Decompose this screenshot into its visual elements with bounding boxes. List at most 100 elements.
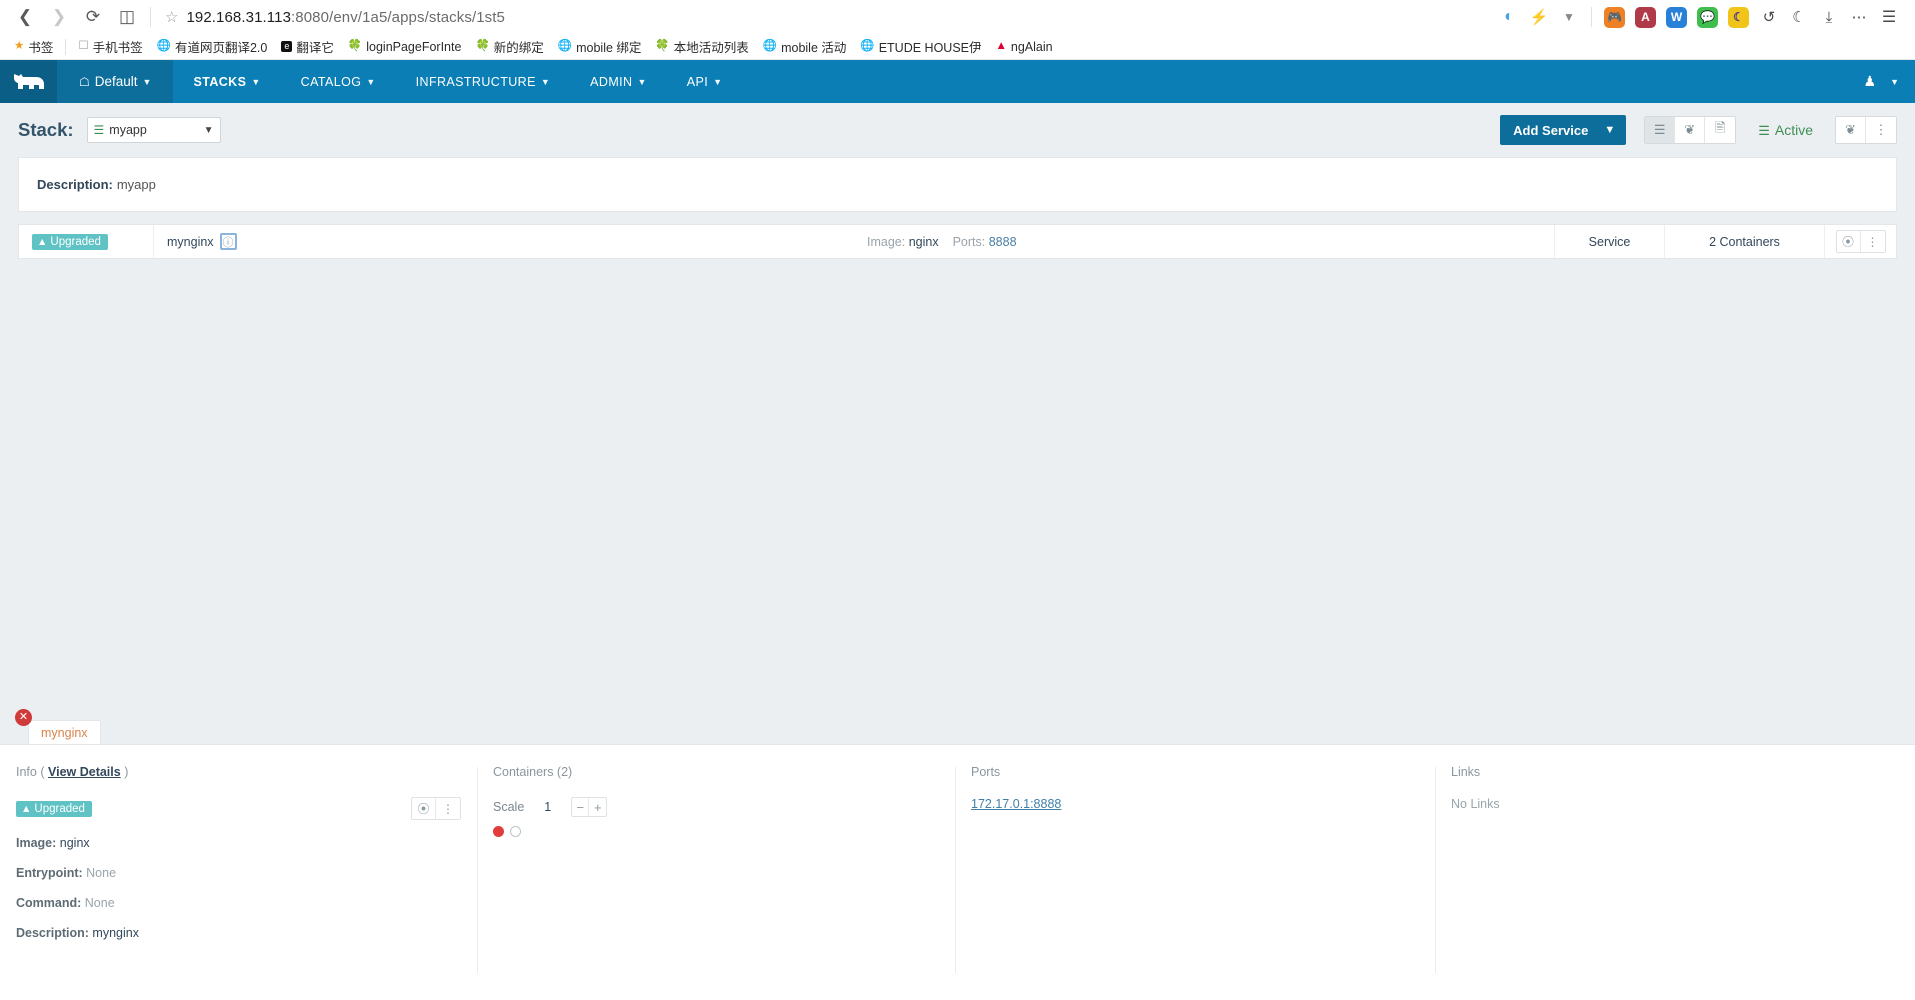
scale-increment-button[interactable]: +: [589, 798, 606, 816]
adblock-extension-icon[interactable]: A: [1635, 6, 1656, 28]
user-icon[interactable]: ♟: [1864, 73, 1877, 90]
ports-column-title: Ports: [971, 765, 1001, 779]
nav-items: STACKS ▼ CATALOG ▼ INFRASTRUCTURE ▼ ADMI…: [173, 60, 742, 103]
bookmark-item[interactable]: 🍀 本地活动列表: [649, 35, 754, 58]
detail-links-column: Links No Links: [1435, 745, 1915, 989]
service-state-cell: ▲ Upgraded: [19, 225, 153, 258]
description-value: myapp: [116, 177, 156, 192]
chevron-down-icon[interactable]: ▼: [1601, 115, 1626, 145]
detail-menu-button[interactable]: ⋮: [436, 798, 460, 819]
gamepad-extension-icon[interactable]: 🎮: [1604, 6, 1625, 28]
scale-row: Scale 1 − +: [493, 797, 939, 817]
ports-value[interactable]: 8888: [989, 235, 1017, 249]
bookmark-item[interactable]: ☐ 手机书签: [72, 35, 148, 58]
nav-label: STACKS: [193, 74, 247, 89]
stack-selector[interactable]: ☰ myapp ▼: [86, 117, 221, 143]
info-label: Entrypoint:: [16, 866, 83, 880]
description-card: Description: myapp: [18, 157, 1897, 212]
bookmark-item[interactable]: 🌐 ETUDE HOUSE伊: [854, 35, 987, 58]
bookmark-item[interactable]: 🌐 mobile 绑定: [552, 35, 648, 58]
download-icon[interactable]: ⤓: [1815, 3, 1843, 31]
bookmark-star-icon[interactable]: ☆: [165, 8, 178, 26]
translate-icon: e: [281, 41, 293, 52]
detail-ports-column: Ports 172.17.0.1:8888: [955, 745, 1435, 989]
bookmark-item[interactable]: 🌐 有道网页翻译2.0: [151, 35, 274, 58]
environment-selector[interactable]: ☖ Default ▼: [57, 60, 174, 103]
status-badge: ▲ Upgraded: [16, 800, 92, 817]
info-label: Description:: [16, 926, 89, 940]
undo-icon[interactable]: ↺: [1755, 3, 1783, 31]
bookmark-item[interactable]: 🍀 新的绑定: [469, 35, 549, 58]
close-icon[interactable]: ✕: [15, 709, 32, 726]
browser-toolbar-right: ◐ ⚡ ▼ 🎮 A W 💬 ☾ ↺ ☾ ⤓ ⋯ ☰: [1495, 3, 1907, 31]
back-button[interactable]: ❮: [8, 2, 42, 32]
toolbar-divider-2: [1591, 7, 1592, 27]
bookmark-item[interactable]: 🍀 loginPageForInte: [342, 38, 468, 56]
leaf-icon: 🍀: [475, 39, 490, 52]
service-name-link[interactable]: mynginx: [167, 235, 214, 249]
chevron-down-icon: ▼: [203, 124, 214, 136]
links-column-title: Links: [1451, 765, 1481, 779]
night-mode-icon[interactable]: ☾: [1785, 3, 1813, 31]
info-icon[interactable]: ⓘ: [219, 233, 237, 250]
layers-icon: ☰: [93, 123, 105, 137]
status-badge-label: Upgraded: [50, 235, 101, 248]
overflow-menu-button[interactable]: ⋮: [1866, 117, 1896, 143]
row-menu-button[interactable]: ⋮: [1861, 231, 1885, 252]
detail-panel-wrap: ✕ mynginx Info ( View Details ) ▲ Upgrad…: [0, 709, 1915, 989]
sync-icon[interactable]: ◐: [1495, 3, 1523, 31]
activate-button[interactable]: ⦿: [1837, 231, 1861, 252]
nav-label: API: [686, 74, 709, 89]
bookmark-item[interactable]: e 翻译它: [275, 35, 340, 58]
info-title-prefix: Info (: [16, 765, 45, 779]
container-status-dot-idle[interactable]: [510, 826, 521, 837]
bookmark-label: 本地活动列表: [673, 41, 749, 55]
detail-containers-column: Containers (2) Scale 1 − +: [477, 745, 955, 989]
scale-decrement-button[interactable]: −: [572, 798, 590, 816]
port-link[interactable]: 172.17.0.1:8888: [971, 797, 1061, 811]
add-service-button[interactable]: Add Service ▼: [1500, 115, 1627, 145]
stack-header-actions: Add Service ▼ ☰ ❦ 🖹 ☰ Active ❦ ⋮: [1500, 115, 1897, 145]
list-view-button[interactable]: ☰: [1645, 117, 1676, 143]
lightning-icon[interactable]: ⚡: [1525, 3, 1553, 31]
view-details-link[interactable]: View Details: [48, 765, 121, 779]
share-button[interactable]: ❦: [1836, 117, 1866, 143]
info-badge-row: ▲ Upgraded ⦿ ⋮: [16, 797, 461, 820]
chevron-down-icon[interactable]: ▼: [1890, 77, 1899, 87]
moon-extension-icon[interactable]: ☾: [1728, 6, 1749, 28]
nav-item-infrastructure[interactable]: INFRASTRUCTURE ▼: [396, 60, 571, 103]
bookmark-label: 翻译它: [296, 41, 334, 55]
info-value: None: [84, 896, 115, 910]
reload-button[interactable]: ⟳: [76, 2, 110, 32]
nav-item-admin[interactable]: ADMIN ▼: [570, 60, 667, 103]
bookmark-label: mobile 活动: [781, 41, 847, 55]
activate-button[interactable]: ⦿: [412, 798, 436, 819]
containers-column-title: Containers (2): [493, 765, 573, 779]
reader-view-button[interactable]: ◫: [110, 2, 144, 32]
graph-view-button[interactable]: ❦: [1675, 117, 1706, 143]
nav-item-catalog[interactable]: CATALOG ▼: [281, 60, 396, 103]
info-label: Command:: [16, 896, 82, 910]
bookmark-item[interactable]: ★ 书签: [8, 35, 59, 58]
table-row[interactable]: ▲ Upgraded mynginx ⓘ Image: nginx Ports:…: [18, 224, 1897, 259]
wechat-extension-icon[interactable]: 💬: [1697, 6, 1718, 28]
more-icon[interactable]: ⋯: [1845, 3, 1873, 31]
forward-button[interactable]: ❯: [42, 2, 76, 32]
chevron-down-icon[interactable]: ▼: [1555, 3, 1583, 31]
bookmark-label: ETUDE HOUSE伊: [878, 41, 982, 55]
menu-icon[interactable]: ☰: [1875, 3, 1903, 31]
bookmark-item[interactable]: ▲ ngAlain: [990, 38, 1059, 56]
bookmark-item[interactable]: 🌐 mobile 活动: [757, 35, 853, 58]
rancher-cow-logo[interactable]: [0, 60, 57, 103]
cow-logo-icon: [13, 73, 44, 89]
nav-item-stacks[interactable]: STACKS ▼: [173, 60, 280, 103]
status-label: Active: [1774, 122, 1813, 138]
page-title: Stack:: [18, 119, 74, 140]
address-bar[interactable]: ☆ 192.168.31.113:8080/env/1a5/apps/stack…: [157, 4, 1495, 30]
detail-tab-mynginx[interactable]: ✕ mynginx: [15, 709, 101, 744]
config-view-button[interactable]: 🖹: [1705, 117, 1735, 143]
container-status-dot-stopped[interactable]: [493, 826, 504, 837]
youdao-extension-icon[interactable]: W: [1666, 6, 1687, 28]
nav-item-api[interactable]: API ▼: [667, 60, 743, 103]
info-value: None: [86, 866, 117, 880]
